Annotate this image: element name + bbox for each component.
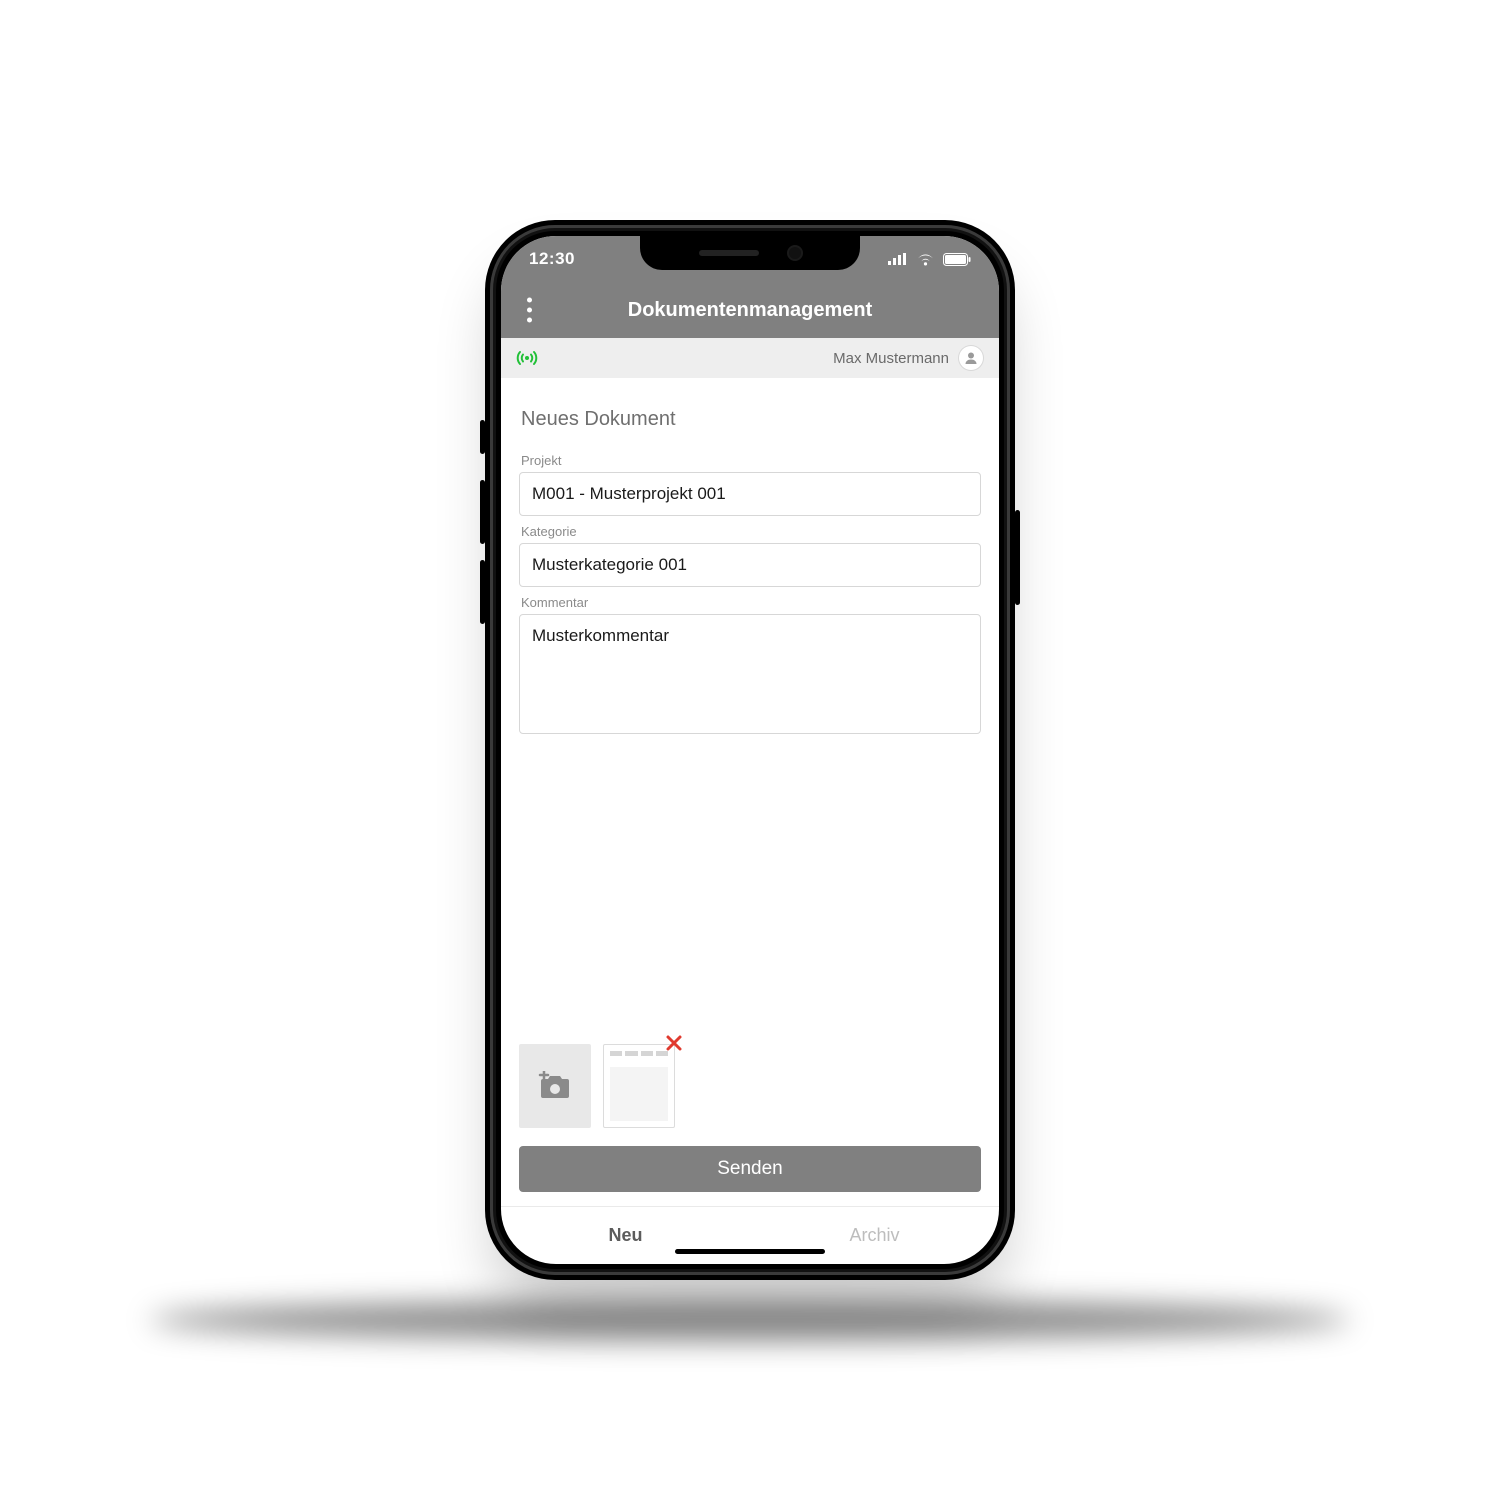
phone-frame: 12:30 Dokumentenmanagement M bbox=[485, 220, 1015, 1280]
wifi-icon bbox=[916, 253, 935, 266]
app-header: Dokumentenmanagement bbox=[501, 282, 999, 338]
page-title: Dokumentenmanagement bbox=[628, 299, 873, 322]
send-button[interactable]: Senden bbox=[519, 1146, 981, 1192]
sub-status-strip: Max Mustermann bbox=[501, 338, 999, 378]
project-label: Projekt bbox=[521, 453, 981, 468]
home-indicator[interactable] bbox=[675, 1249, 825, 1254]
comment-field[interactable] bbox=[519, 614, 981, 734]
status-right bbox=[888, 253, 971, 266]
close-icon bbox=[664, 1033, 684, 1053]
broadcast-icon bbox=[515, 349, 539, 367]
project-field[interactable] bbox=[519, 472, 981, 516]
speaker bbox=[699, 250, 759, 256]
add-photo-button[interactable] bbox=[519, 1044, 591, 1128]
form-content: Neues Dokument Projekt Kategorie Komment… bbox=[501, 378, 999, 1206]
status-time: 12:30 bbox=[529, 249, 575, 269]
person-icon bbox=[964, 351, 978, 365]
user-name: Max Mustermann bbox=[833, 350, 949, 367]
screen: 12:30 Dokumentenmanagement M bbox=[501, 236, 999, 1264]
battery-icon bbox=[943, 253, 971, 266]
user-area[interactable]: Max Mustermann bbox=[833, 346, 983, 370]
section-title: Neues Dokument bbox=[521, 408, 981, 431]
remove-attachment-button[interactable] bbox=[664, 1031, 684, 1057]
notch bbox=[640, 236, 860, 270]
tab-archive[interactable]: Archiv bbox=[750, 1207, 999, 1264]
category-label: Kategorie bbox=[521, 524, 981, 539]
more-menu-button[interactable] bbox=[519, 290, 540, 331]
tab-new[interactable]: Neu bbox=[501, 1207, 750, 1264]
cellular-icon bbox=[888, 253, 908, 265]
stage: 12:30 Dokumentenmanagement M bbox=[0, 0, 1500, 1500]
add-camera-icon bbox=[538, 1071, 572, 1101]
bottom-tabs: Neu Archiv bbox=[501, 1206, 999, 1264]
avatar bbox=[959, 346, 983, 370]
volume-down-button bbox=[480, 560, 485, 624]
category-field[interactable] bbox=[519, 543, 981, 587]
silence-switch bbox=[480, 420, 485, 454]
comment-label: Kommentar bbox=[521, 595, 981, 610]
front-camera bbox=[789, 247, 801, 259]
volume-up-button bbox=[480, 480, 485, 544]
attachment-thumbnail[interactable] bbox=[603, 1044, 675, 1128]
attachments-row bbox=[519, 1024, 981, 1128]
power-button bbox=[1015, 510, 1020, 605]
